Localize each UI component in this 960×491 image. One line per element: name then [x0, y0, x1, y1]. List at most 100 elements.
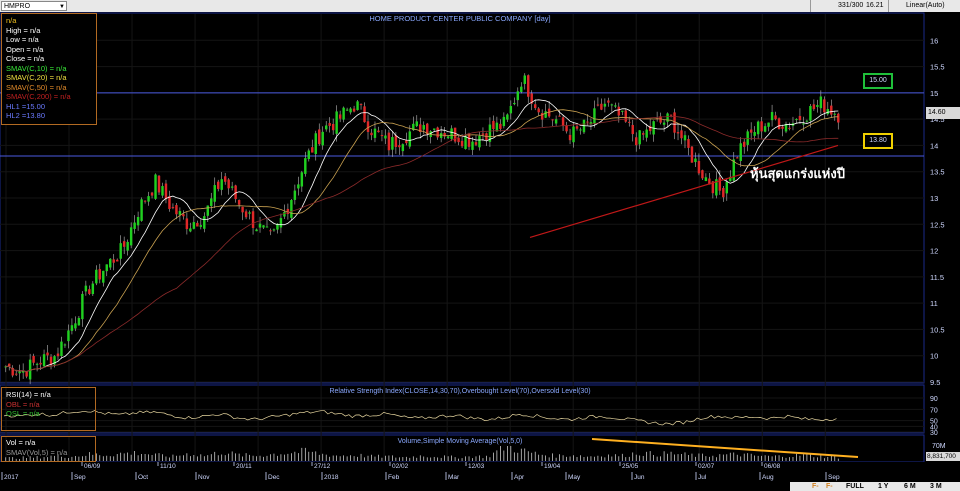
range-full-button[interactable]: FULL: [846, 482, 864, 491]
candle-body: [338, 114, 342, 119]
candle-body: [307, 150, 311, 160]
month-tick-label: Sep: [74, 474, 86, 481]
candle-body: [74, 323, 77, 329]
candle-body: [345, 109, 349, 111]
candle-body: [359, 104, 363, 106]
candle-body: [770, 112, 774, 121]
candle-body: [164, 183, 168, 200]
candle-body: [220, 179, 223, 190]
candle-body: [635, 137, 638, 146]
candle-body: [248, 212, 251, 214]
candle-body: [481, 133, 485, 135]
candle-body: [621, 110, 624, 112]
chevron-down-icon[interactable]: ▼: [59, 2, 65, 12]
legend-rsi: RSI(14) = n/a: [6, 390, 51, 399]
candle-body: [464, 135, 467, 150]
candle-body: [687, 139, 690, 148]
candle-body: [645, 129, 648, 138]
candle-body: [753, 132, 756, 136]
candle-body: [641, 133, 645, 135]
candle-body: [405, 140, 408, 144]
candle-body: [823, 99, 826, 113]
range-6m-button[interactable]: 6 M: [904, 482, 916, 491]
range-3m-button[interactable]: 3 M: [930, 482, 942, 491]
candle-body: [614, 105, 617, 107]
chart-canvas[interactable]: HOME PRODUCT CENTER PUBLIC COMPANY [day]…: [0, 12, 960, 482]
symbol-selector[interactable]: HMPRO ▼: [1, 1, 67, 11]
candle-body: [370, 132, 373, 136]
candle-body: [575, 126, 579, 129]
candle-body: [523, 75, 526, 84]
candle-body: [18, 371, 21, 374]
bar-counter: 331/300: [838, 2, 864, 9]
range-1y-button[interactable]: 1 Y: [878, 482, 888, 491]
candle-body: [255, 229, 258, 232]
symbol-value: HMPRO: [4, 3, 31, 10]
month-tick-label: Apr: [514, 474, 525, 481]
date-tick-label: 02/07: [698, 463, 715, 470]
candle-body: [742, 141, 746, 147]
legend-high: High = n/a: [6, 25, 41, 35]
scale-mode[interactable]: Linear(Auto): [906, 1, 945, 11]
legend-sma50: SMAV(C,50) = n/a: [6, 82, 67, 92]
candle-body: [795, 119, 798, 121]
candle-body: [506, 114, 509, 120]
hl2-price-tag: 13.80: [863, 133, 893, 149]
candle-body: [798, 115, 802, 121]
candle-body: [760, 121, 763, 132]
month-tick-label: Mar: [448, 474, 460, 481]
candle-body: [241, 206, 244, 213]
month-tick-label: Feb: [388, 474, 400, 481]
candle-body: [746, 131, 749, 145]
candle-body: [70, 325, 74, 331]
candle-body: [42, 354, 46, 367]
legend-osl: OSL = n/a: [6, 409, 40, 418]
candle-body: [628, 121, 631, 123]
candle-body: [600, 103, 603, 110]
date-tick-label: 20/11: [236, 463, 252, 470]
candle-body: [401, 144, 405, 152]
top-toolbar: HMPRO ▼ 331/300 16.21 Linear(Auto): [0, 0, 960, 12]
price-tick-label: 14: [930, 141, 938, 150]
candle-body: [673, 112, 676, 133]
price-chart-title: HOME PRODUCT CENTER PUBLIC COMPANY [day]: [369, 14, 550, 23]
date-tick-label: 11/10: [160, 463, 176, 470]
candle-body: [237, 200, 241, 205]
candle-body: [115, 259, 119, 262]
candle-body: [300, 172, 304, 187]
month-tick-label: Aug: [762, 474, 774, 481]
candle-body: [558, 115, 561, 117]
candle-body: [168, 196, 171, 209]
candle-body: [262, 225, 265, 228]
price-tick-label: 13.5: [930, 168, 945, 177]
legend-hl2: HL2 =13.80: [6, 111, 45, 120]
zoom-in-icon[interactable]: F-: [826, 482, 833, 491]
candle-body: [192, 222, 196, 229]
candle-body: [182, 214, 185, 217]
last-price-tag: 14.60: [926, 107, 960, 119]
candle-body: [460, 140, 464, 147]
candle-body: [185, 218, 189, 230]
candle-body: [283, 211, 286, 217]
zoom-out-icon[interactable]: F-: [812, 482, 819, 491]
price-tick-label: 15: [930, 89, 938, 98]
candle-body: [213, 185, 216, 202]
candle-body: [175, 205, 178, 215]
candle-body: [14, 373, 18, 375]
candle-body: [384, 135, 387, 139]
candle-body: [349, 108, 352, 113]
candle-body: [331, 123, 335, 131]
candle-body: [380, 135, 384, 137]
candle-body: [63, 344, 67, 346]
date-tick-label: 02/02: [392, 463, 409, 470]
legend-open: Open = n/a: [6, 44, 44, 54]
legend-close: Close = n/a: [6, 54, 45, 63]
candle-body: [718, 177, 722, 191]
candle-body: [136, 216, 140, 226]
candle-body: [140, 199, 143, 221]
candle-body: [502, 116, 506, 127]
candle-body: [223, 176, 227, 182]
candle-body: [439, 133, 443, 138]
legend-low: Low = n/a: [6, 35, 39, 44]
candle-body: [527, 75, 530, 97]
